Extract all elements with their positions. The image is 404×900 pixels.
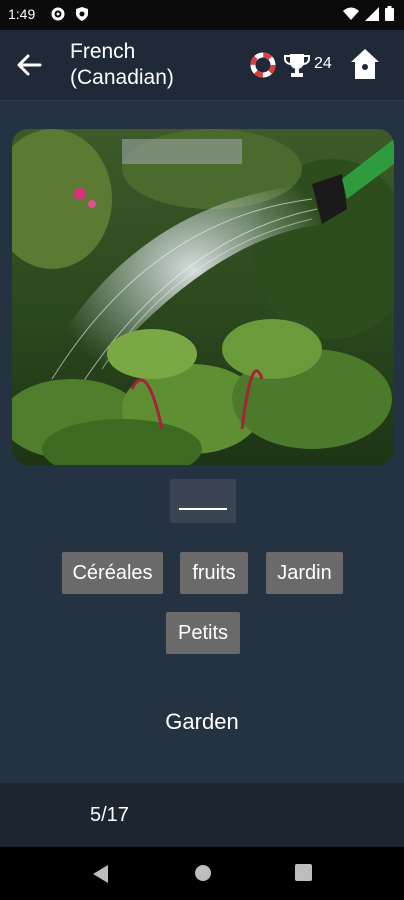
nav-back-icon[interactable] [91,864,109,884]
quiz-content: Céréales fruits Jardin Petits Garden [0,101,404,783]
answer-blank [170,479,236,523]
status-time: 1:49 [8,6,36,22]
nav-home-icon[interactable] [194,864,212,882]
battery-icon [385,6,394,21]
back-arrow-icon[interactable] [14,50,44,80]
progress-counter: 5/17 [90,804,129,826]
choice-button-cereales[interactable]: Céréales [62,552,163,594]
blank-underline [179,508,227,510]
choice-button-fruits[interactable]: fruits [180,552,248,594]
footer: 5/17 [0,783,404,847]
prompt-word: Garden [165,709,239,734]
nav-recents-icon[interactable] [295,864,312,881]
app-bar: French (Canadian) 24 [0,30,404,100]
page-title: French (Canadian) [70,40,174,89]
choice-button-petits[interactable]: Petits [166,612,240,654]
quiz-image [12,129,394,465]
home-icon[interactable] [350,47,380,81]
status-right-icons [343,6,394,21]
choice-button-jardin[interactable]: Jardin [266,552,343,594]
wifi-icon [343,7,359,20]
gear-icon [51,7,65,21]
score-count: 24 [314,55,332,72]
lifebuoy-icon[interactable] [250,52,276,78]
trophy-icon [284,54,310,77]
status-bar: 1:49 [0,0,404,30]
shield-icon [76,7,88,21]
signal-icon [365,6,379,21]
system-nav-bar [0,847,404,900]
